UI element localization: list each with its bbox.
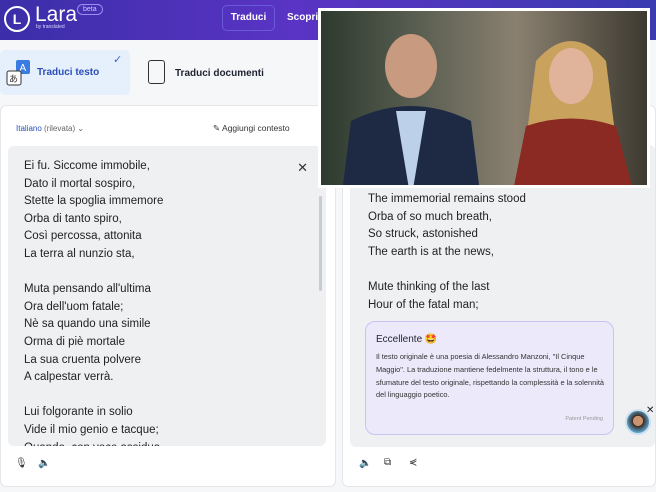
language-name: Italiano — [16, 124, 42, 133]
tab-label: Traduci documenti — [175, 68, 264, 79]
check-icon: ✓ — [113, 54, 123, 66]
share-icon[interactable]: ⋞ — [409, 457, 417, 468]
woman-figure — [514, 41, 632, 185]
logo-subtitle: by translated — [36, 24, 65, 30]
nav-traduci[interactable]: Traduci — [222, 5, 275, 31]
people-photo — [318, 8, 650, 188]
clear-text-icon[interactable]: ✕ — [297, 160, 308, 176]
add-context-label: Aggiungi contesto — [222, 123, 290, 133]
patent-label: Patent Pending — [565, 416, 603, 422]
nav-scopri[interactable]: Scopri — [287, 12, 318, 23]
source-text-input[interactable]: Ei fu. Siccome immobile, Dato il mortal … — [8, 146, 326, 446]
tab-traduci-testo[interactable]: Aあ Traduci testo ✓ — [0, 50, 130, 95]
speaker-icon[interactable]: 🔈 — [359, 458, 371, 469]
feedback-title: Eccellente 🤩 — [376, 334, 438, 345]
chevron-down-icon: ⌄ — [77, 124, 85, 133]
close-icon[interactable]: ✕ — [646, 405, 654, 416]
detected-label: (rilevata) — [44, 124, 76, 133]
microphone-icon[interactable]: 🎙 — [15, 458, 28, 469]
feedback-body: Il testo originale è una poesia di Aless… — [376, 352, 605, 400]
source-text: Ei fu. Siccome immobile, Dato il mortal … — [24, 160, 164, 446]
copy-icon[interactable]: ⧉ — [384, 457, 391, 468]
lara-logo-icon: L — [4, 6, 30, 32]
svg-text:あ: あ — [9, 74, 18, 84]
add-context-button[interactable]: ✎ Aggiungi contesto — [213, 123, 290, 134]
pencil-icon: ✎ — [213, 123, 221, 133]
man-figure — [343, 34, 479, 185]
feedback-bubble: Eccellente 🤩 Il testo originale è una po… — [365, 321, 614, 435]
scrollbar[interactable] — [319, 196, 322, 291]
beta-badge: beta — [77, 4, 103, 15]
speaker-icon[interactable]: 🔈 — [38, 458, 50, 469]
translated-text: The immemorial remains stood Orba of so … — [368, 193, 526, 311]
tab-label: Traduci testo — [37, 67, 100, 78]
document-icon — [148, 60, 165, 84]
translate-icon: Aあ — [6, 60, 30, 86]
source-language-select[interactable]: Italiano (rilevata) ⌄ — [16, 124, 84, 133]
